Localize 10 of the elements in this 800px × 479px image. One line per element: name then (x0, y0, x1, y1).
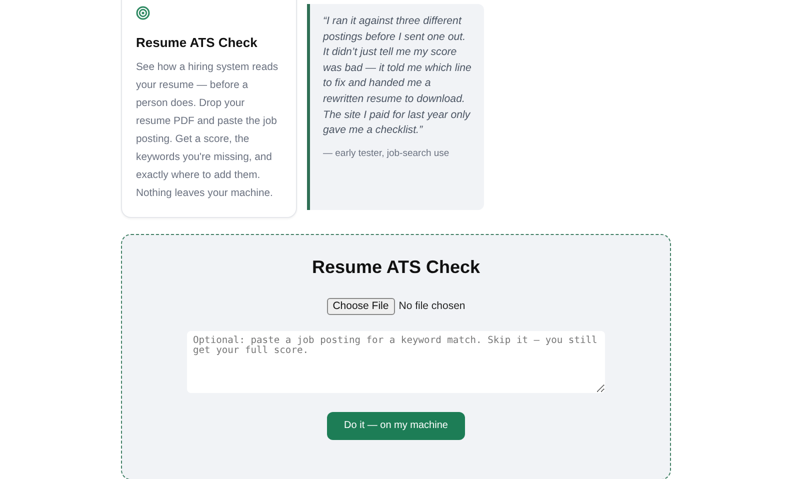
choose-file-button[interactable]: Choose File (326, 298, 395, 315)
card-title: Resume ATS Check (136, 34, 258, 52)
target-icon (136, 6, 150, 20)
panel-title: Resume ATS Check (312, 256, 480, 278)
testimonial-attribution: — early tester, job-search use (323, 146, 450, 161)
card-description: See how a hiring system reads your resume — before a person does. Drop your resume PDF and paste the job posting. Get a score, the keywords you're missing, and exactly where to add them. Nothing leaves your machine. (136, 60, 280, 200)
testimonial-quote: “I ran it against three different postings before I sent one out. It didn’t just tell me my score was bad — it told me which line to fix and handed me a rewritten resume to download. The site I paid for last year only gave me a checklist.” (323, 14, 472, 138)
file-status: No file chosen (398, 298, 466, 314)
submit-button[interactable]: Do it — on my machine (327, 412, 465, 440)
job-posting-field[interactable]: Optional: paste a job posting for a keyword match. Skip it — you still get your full score. (187, 330, 605, 393)
